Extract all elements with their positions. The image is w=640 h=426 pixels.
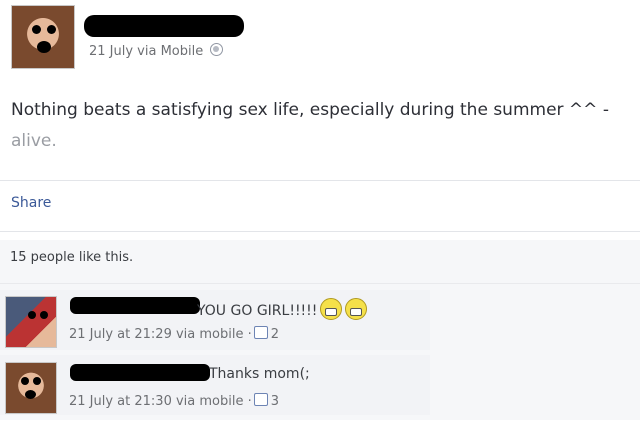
post-meta[interactable]: 21 July via Mobile (89, 43, 224, 59)
share-link[interactable]: Share (11, 195, 51, 211)
post-timestamp[interactable]: 21 July via Mobile (89, 44, 203, 59)
redacted-author-name (84, 15, 244, 37)
grin-emoji-icon (320, 298, 343, 320)
commenter-avatar[interactable] (5, 296, 57, 348)
globe-icon (210, 43, 224, 56)
redacted-commenter-name (70, 297, 200, 314)
redacted-commenter-name (70, 364, 210, 381)
post-body: Nothing beats a satisfying sex life, esp… (11, 95, 640, 157)
comment-timestamp[interactable]: 21 July at 21:30 via mobile (69, 394, 243, 409)
comment-meta: 21 July at 21:29 via mobile · 2 (69, 326, 280, 342)
thumbs-up-icon[interactable] (253, 393, 268, 406)
comment-meta: 21 July at 21:30 via mobile · 3 (69, 393, 280, 409)
divider (0, 231, 640, 232)
thumbs-up-icon[interactable] (253, 326, 268, 339)
comment-like-count[interactable]: 3 (271, 394, 279, 409)
comment-like-count[interactable]: 2 (271, 327, 279, 342)
comment-text: Thanks mom(; (209, 366, 310, 382)
divider (0, 180, 640, 181)
commenter-avatar[interactable] (5, 362, 57, 414)
post-text-line-1: Nothing beats a satisfying sex life, esp… (11, 100, 609, 120)
post-text-line-2: alive. (11, 131, 57, 151)
comment-timestamp[interactable]: 21 July at 21:29 via mobile (69, 327, 243, 342)
grin-emoji-icon (345, 298, 368, 320)
post-author-avatar[interactable] (11, 5, 75, 69)
comment-text: YOU GO GIRL!!!!! (197, 298, 368, 320)
likes-summary[interactable]: 15 people like this. (10, 250, 133, 265)
divider (0, 283, 640, 284)
